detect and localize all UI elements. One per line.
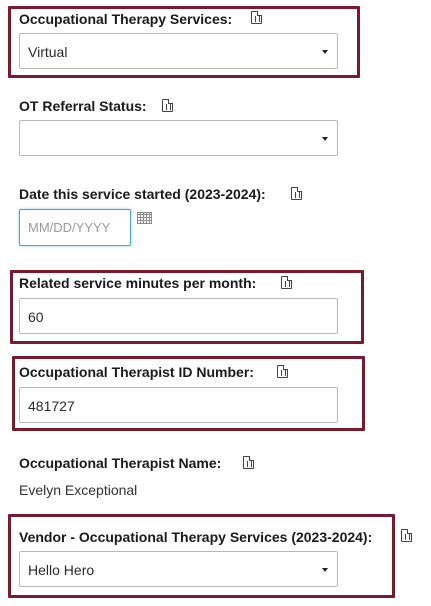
document-icon[interactable] [291,187,302,200]
chevron-down-icon [322,137,328,141]
ot-referral-status-label: OT Referral Status: [19,98,147,114]
date-started-label: Date this service started (2023-2024): [19,186,266,202]
therapist-id-label: Occupational Therapist ID Number: [19,364,254,380]
document-icon[interactable] [251,11,262,24]
document-icon[interactable] [243,456,254,469]
vendor-label: Vendor - Occupational Therapy Services (… [19,529,373,545]
vendor-select[interactable]: Hello Hero [19,551,338,587]
chevron-down-icon [322,50,328,54]
related-minutes-label: Related service minutes per month: [19,275,257,291]
vendor-value: Hello Hero [28,562,95,578]
document-icon[interactable] [281,276,292,289]
related-minutes-input[interactable]: 60 [19,298,338,334]
document-icon[interactable] [277,365,288,378]
chevron-down-icon [322,568,328,572]
calendar-icon[interactable] [137,212,152,224]
document-icon[interactable] [401,529,412,542]
ot-services-value: Virtual [28,44,68,60]
therapist-id-input[interactable]: 481727 [19,387,338,423]
therapist-name-value: Evelyn Exceptional [19,482,138,498]
related-minutes-value: 60 [28,309,44,325]
document-icon[interactable] [162,99,173,112]
date-started-placeholder: MM/DD/YYYY [28,220,111,235]
therapist-name-label: Occupational Therapist Name: [19,455,222,471]
ot-services-select[interactable]: Virtual [19,33,338,69]
therapist-id-value: 481727 [28,398,75,414]
ot-services-label: Occupational Therapy Services: [19,11,233,27]
date-started-input[interactable]: MM/DD/YYYY [19,209,131,246]
ot-referral-status-select[interactable] [19,120,338,156]
